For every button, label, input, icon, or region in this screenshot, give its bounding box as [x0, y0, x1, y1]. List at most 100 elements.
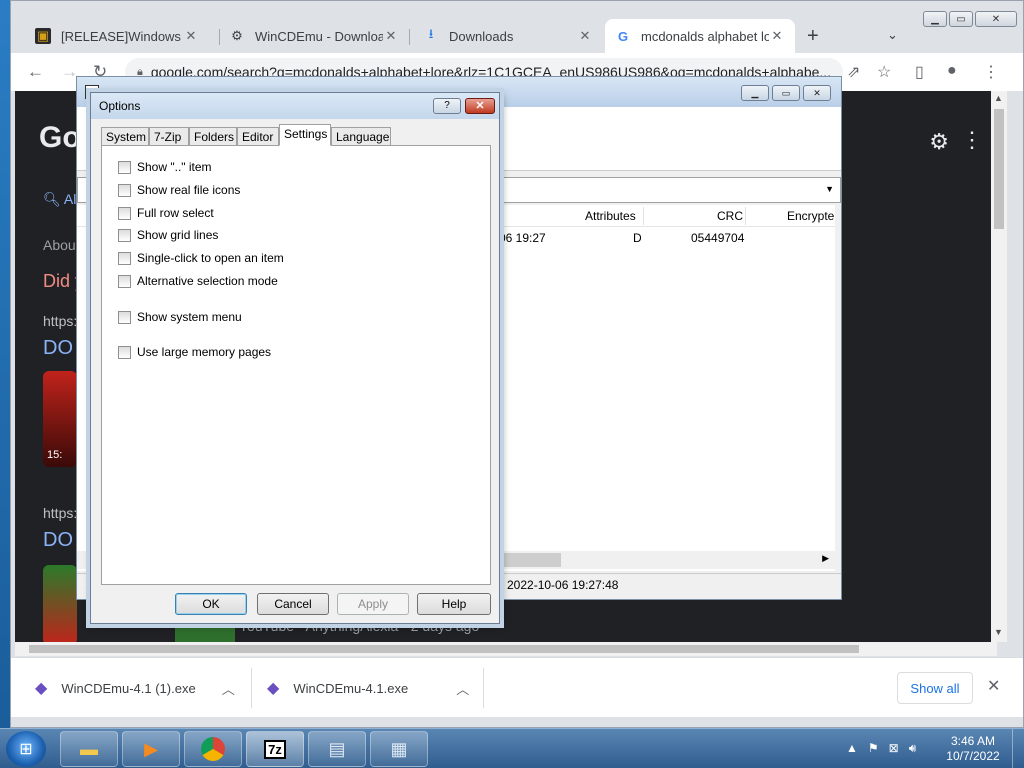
option-use-large-memory-pages[interactable]: Use large memory pages — [118, 345, 271, 359]
checkbox[interactable] — [118, 183, 131, 197]
scroll-up-icon[interactable]: ▲ — [994, 93, 1003, 103]
close-icon[interactable]: ✕ — [577, 28, 593, 44]
dialog-close-button[interactable]: ✕ — [465, 98, 495, 114]
tab-wincdemu-download[interactable]: ⚙ WinCDEmu - Download ✕ — [219, 19, 409, 53]
video-thumbnail[interactable] — [43, 565, 77, 642]
taskbar: ⊞ ▬ ▶ 7z ▤ ▦ ▲ ⚑ ⊠ 🔊︎ 3:46 AM 10/7/2022 — [0, 728, 1024, 768]
option-show-dotdot-item[interactable]: Show ".." item — [118, 160, 212, 174]
checkbox[interactable] — [118, 274, 131, 288]
google-logo[interactable]: Go — [39, 121, 81, 155]
apps-dots-icon[interactable]: ⋮ — [961, 127, 983, 153]
checkbox[interactable] — [118, 228, 131, 242]
scrollbar-thumb[interactable] — [501, 553, 561, 567]
column-header-attributes[interactable]: Attributes — [585, 209, 636, 223]
share-icon[interactable]: ⇗ — [847, 62, 860, 82]
start-button[interactable]: ⊞ — [6, 731, 46, 767]
close-button[interactable]: ✕ — [803, 85, 831, 101]
bookmark-star-icon[interactable]: ☆ — [877, 62, 891, 82]
minimize-button[interactable]: ▁ — [741, 85, 769, 101]
page-horizontal-scrollbar[interactable] — [15, 642, 997, 656]
page-vertical-scrollbar[interactable]: ▲ ▼ — [991, 91, 1007, 642]
network-icon[interactable]: ⊠ — [889, 741, 899, 756]
option-show-grid-lines[interactable]: Show grid lines — [118, 228, 218, 242]
help-question-icon[interactable]: ? — [433, 98, 461, 114]
scroll-right-icon[interactable]: ▶ — [822, 553, 829, 564]
checkbox[interactable] — [118, 310, 131, 324]
cancel-button[interactable]: Cancel — [257, 593, 329, 615]
back-icon[interactable]: ← — [27, 62, 44, 82]
scrollbar-thumb[interactable] — [29, 645, 859, 653]
tab-editor[interactable]: Editor — [237, 127, 279, 145]
taskbar-notepad[interactable]: ▤ — [308, 731, 366, 767]
option-show-system-menu[interactable]: Show system menu — [118, 310, 242, 324]
scrollbar-thumb[interactable] — [994, 109, 1004, 229]
row-attributes[interactable]: D — [633, 231, 642, 245]
new-tab-button[interactable]: + — [807, 25, 819, 48]
video-thumbnail[interactable]: 15: — [43, 371, 77, 467]
dropdown-arrow-icon[interactable]: ▼ — [825, 184, 834, 194]
close-icon[interactable]: ✕ — [183, 28, 199, 44]
row-crc[interactable]: 05449704 — [691, 231, 744, 245]
tab-settings[interactable]: Settings — [279, 124, 331, 146]
option-single-click-open[interactable]: Single-click to open an item — [118, 251, 284, 265]
tab-downloads[interactable]: ⭳ Downloads ✕ — [413, 19, 603, 53]
tab-label: [RELEASE]Windows XP — [61, 28, 183, 44]
taskbar-7zip[interactable]: 7z — [246, 731, 304, 767]
close-icon[interactable]: ✕ — [987, 676, 1000, 696]
taskbar-control-panel[interactable]: ▦ — [370, 731, 428, 767]
tab-folders[interactable]: Folders — [189, 127, 237, 145]
profile-avatar-icon[interactable]: ● — [947, 62, 957, 80]
tab-search-chevron-icon[interactable]: ⌄ — [887, 27, 898, 43]
tab-language[interactable]: Language — [331, 127, 391, 145]
column-header-encrypted[interactable]: Encrypte — [787, 209, 834, 223]
close-button[interactable]: ✕ — [975, 11, 1017, 27]
option-alternative-selection-mode[interactable]: Alternative selection mode — [118, 274, 278, 288]
row-modified[interactable]: 06 19:27 — [499, 231, 546, 245]
chevron-up-icon[interactable]: ︿ — [222, 679, 235, 698]
menu-dots-icon[interactable]: ⋮ — [983, 62, 999, 82]
result-url[interactable]: https: — [43, 313, 77, 329]
side-panel-icon[interactable]: ▯ — [915, 62, 924, 82]
settings-gear-icon[interactable]: ⚙ — [929, 129, 949, 155]
show-hidden-icons-icon[interactable]: ▲ — [846, 741, 858, 756]
result-title[interactable]: DO — [43, 337, 73, 360]
download-item[interactable]: ◆ WinCDEmu-4.1.exe ︿ — [267, 658, 469, 718]
tab-7zip[interactable]: 7-Zip — [149, 127, 189, 145]
help-button[interactable]: Help — [417, 593, 491, 615]
option-show-real-file-icons[interactable]: Show real file icons — [118, 183, 240, 197]
checkbox[interactable] — [118, 160, 131, 174]
result-title[interactable]: DO — [43, 529, 73, 552]
taskbar-chrome[interactable] — [184, 731, 242, 767]
column-header-crc[interactable]: CRC — [717, 209, 743, 223]
checkbox[interactable] — [118, 251, 131, 265]
action-center-icon[interactable]: ⚑ — [868, 741, 879, 756]
tab-mcdonalds-search[interactable]: G mcdonalds alphabet lo ✕ — [605, 19, 795, 53]
taskbar-explorer[interactable]: ▬ — [60, 731, 118, 767]
chevron-up-icon[interactable]: ︿ — [456, 679, 469, 698]
all-results-tab[interactable]: 🔍︎ Al — [43, 191, 76, 208]
scroll-down-icon[interactable]: ▼ — [994, 627, 1003, 637]
dialog-title-bar[interactable]: Options ? ✕ — [91, 93, 499, 119]
download-filename: WinCDEmu-4.1 (1).exe — [61, 680, 196, 696]
option-full-row-select[interactable]: Full row select — [118, 206, 214, 220]
maximize-button[interactable]: ▭ — [949, 11, 973, 27]
result-url[interactable]: https: — [43, 505, 77, 521]
download-item[interactable]: ◆ WinCDEmu-4.1 (1).exe ︿ — [35, 658, 235, 718]
show-desktop-button[interactable] — [1012, 729, 1024, 768]
volume-icon[interactable]: 🔊︎ — [909, 741, 917, 756]
ok-button[interactable]: OK — [175, 593, 247, 615]
show-all-button[interactable]: Show all — [897, 672, 973, 704]
checkbox[interactable] — [118, 345, 131, 359]
release-page-icon: ▣ — [35, 28, 51, 44]
maximize-button[interactable]: ▭ — [772, 85, 800, 101]
tab-system[interactable]: System — [101, 127, 149, 145]
close-icon[interactable]: ✕ — [383, 28, 399, 44]
minimize-button[interactable]: ▁ — [923, 11, 947, 27]
clock[interactable]: 3:46 AM 10/7/2022 — [940, 734, 1006, 764]
tab-release-windows-xp[interactable]: ▣ [RELEASE]Windows XP ✕ — [25, 19, 209, 53]
checkbox[interactable] — [118, 206, 131, 220]
video-thumbnail[interactable] — [175, 623, 235, 642]
taskbar-media-player[interactable]: ▶ — [122, 731, 180, 767]
close-icon[interactable]: ✕ — [769, 28, 785, 44]
apply-button[interactable]: Apply — [337, 593, 409, 615]
